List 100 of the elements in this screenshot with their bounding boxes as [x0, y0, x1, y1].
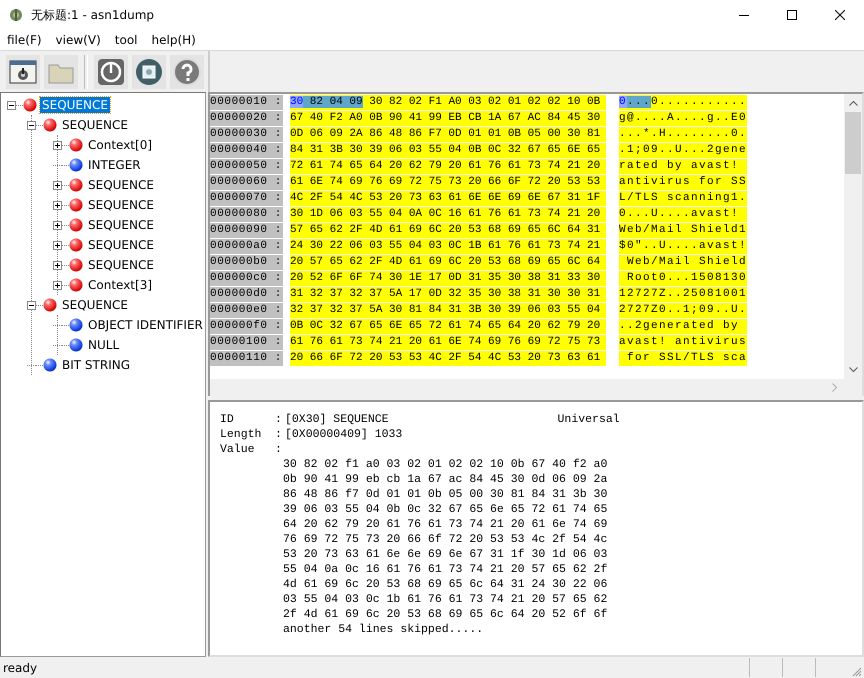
- menu-item[interactable]: tool: [108, 33, 144, 47]
- tree-item[interactable]: OBJECT IDENTIFIER: [86, 317, 205, 333]
- ball-icon: [43, 358, 57, 372]
- tree-item[interactable]: SEQUENCE: [60, 297, 130, 313]
- expand-icon[interactable]: [53, 200, 62, 210]
- expand-icon[interactable]: [53, 280, 62, 290]
- field-label: Value: [220, 442, 256, 457]
- maximize-icon: [787, 10, 797, 20]
- ascii-text: L/TLS scanning1.: [619, 191, 747, 206]
- value-hex-line: 53 20 73 63 61 6e 6e 69 6e 67 31 1f 30 1d 06 03: [283, 547, 608, 562]
- offset-label: 00000030 :: [210, 127, 283, 142]
- ball-icon: [69, 238, 83, 252]
- ball-icon: [69, 258, 83, 272]
- help-icon: [172, 56, 202, 86]
- ascii-text: Web/Mail Shield1: [619, 223, 747, 238]
- offset-label: 000000b0 :: [210, 255, 283, 270]
- ball-icon: [69, 218, 83, 232]
- ball-icon: [23, 98, 37, 112]
- value-hex-line: 39 06 03 55 04 0b 0c 32 67 65 6e 65 72 61 74 65: [283, 502, 608, 517]
- resize-grip-icon[interactable]: [852, 666, 862, 676]
- tree-item[interactable]: INTEGER: [86, 157, 143, 173]
- offset-label: 00000060 :: [210, 175, 283, 190]
- tree-item[interactable]: SEQUENCE: [40, 97, 110, 113]
- tree-item[interactable]: SEQUENCE: [86, 217, 156, 233]
- field-label: ID: [220, 412, 235, 427]
- toolbar-button[interactable]: [94, 54, 128, 88]
- tree-item[interactable]: BIT STRING: [60, 357, 132, 373]
- hex-bytes: 32 37 32 37 5A 30 81 84 31 3B 30 39 06 03 55 04: [290, 303, 606, 318]
- offset-label: 000000f0 :: [210, 319, 283, 334]
- ascii-text: avast! antivirus: [619, 335, 747, 350]
- tree-item[interactable]: SEQUENCE: [60, 117, 130, 133]
- value-hex-line: 4d 61 69 6c 20 53 68 69 65 6c 64 31 24 30 22 06: [283, 577, 608, 592]
- value-hex-line: 0b 90 41 99 eb cb 1a 67 ac 84 45 30 0d 06 09 2a: [283, 472, 608, 487]
- offset-label: 00000090 :: [210, 223, 283, 238]
- window-title: 无标题:1 - asn1dump: [31, 6, 154, 24]
- hex-bytes: 57 65 62 2F 4D 61 69 6C 20 53 68 69 65 6C 64 31: [290, 223, 606, 238]
- ascii-text: .1;09..U...2gene: [619, 143, 747, 158]
- scroll-up-icon[interactable]: [848, 100, 858, 106]
- expand-icon[interactable]: [53, 260, 62, 270]
- ball-icon: [43, 118, 57, 132]
- ball-icon: [69, 158, 83, 172]
- tree-item[interactable]: SEQUENCE: [86, 197, 156, 213]
- toolbar-button[interactable]: [6, 54, 40, 88]
- ball-icon: [69, 278, 83, 292]
- hex-bytes: 4C 2F 54 4C 53 20 73 63 61 6E 6E 69 6E 67 31 1F: [290, 191, 606, 206]
- value-hex-line: 55 04 0a 0c 16 61 76 61 73 74 21 20 57 65 62 2f: [283, 562, 608, 577]
- offset-label: 00000040 :: [210, 143, 283, 158]
- expand-icon[interactable]: [53, 180, 62, 190]
- hex-bytes: 20 66 6F 72 20 53 53 4C 2F 54 4C 53 20 73 63 61: [290, 351, 606, 366]
- field-separator: :: [275, 442, 283, 457]
- hex-bytes: 61 76 61 73 74 21 20 61 6E 74 69 76 69 72 75 73: [290, 335, 606, 350]
- toolbar-button[interactable]: [132, 54, 166, 88]
- value-hex-line: 30 82 02 f1 a0 03 02 01 02 02 10 0b 67 40 f2 a0: [283, 457, 608, 472]
- ascii-text: 0...0...........: [619, 95, 747, 110]
- ascii-text: Web/Mail Shield: [619, 255, 747, 270]
- collapse-icon[interactable]: [7, 100, 16, 110]
- value-hex-line: 86 48 86 f7 0d 01 01 0b 05 00 30 81 84 31 3b 30: [283, 487, 608, 502]
- hex-bytes: 0B 0C 32 67 65 6E 65 72 61 74 65 64 20 62 79 20: [290, 319, 606, 334]
- expand-icon[interactable]: [53, 220, 62, 230]
- offset-label: 000000d0 :: [210, 287, 283, 302]
- menu-item[interactable]: file(F): [0, 33, 49, 47]
- menu-item[interactable]: help(H): [144, 33, 203, 47]
- collapse-icon[interactable]: [27, 120, 36, 130]
- offset-label: 00000080 :: [210, 207, 283, 222]
- tree-item[interactable]: Context[0]: [86, 137, 154, 153]
- expand-icon[interactable]: [53, 240, 62, 250]
- hex-bytes: 24 30 22 06 03 55 04 03 0C 1B 61 76 61 73 74 21: [290, 239, 606, 254]
- value-hex-line: 03 55 04 03 0c 1b 61 76 61 73 74 21 20 57 65 62: [283, 592, 608, 607]
- ball-icon: [69, 318, 83, 332]
- collapse-icon[interactable]: [27, 300, 36, 310]
- hex-bytes: 30 82 04 09 30 82 02 F1 A0 03 02 01 02 02 10 0B: [290, 95, 606, 110]
- tree-item[interactable]: SEQUENCE: [86, 177, 156, 193]
- offset-label: 00000070 :: [210, 191, 283, 206]
- offset-label: 00000110 :: [210, 351, 283, 366]
- hex-bytes: 72 61 74 65 64 20 62 79 20 61 76 61 73 74 21 20: [290, 159, 606, 174]
- hex-bytes: 20 52 6F 6F 74 30 1E 17 0D 31 35 30 38 31 33 30: [290, 271, 606, 286]
- field-label: Length: [220, 427, 262, 442]
- menu-item[interactable]: view(V): [48, 33, 108, 47]
- ball-icon: [69, 178, 83, 192]
- hex-bytes: 31 32 37 32 37 5A 17 0D 32 35 30 38 31 30 30 31: [290, 287, 606, 302]
- power-icon: [96, 56, 126, 86]
- scroll-down-icon[interactable]: [848, 367, 858, 373]
- expand-icon[interactable]: [53, 140, 62, 150]
- hex-bytes: 61 6E 74 69 76 69 72 75 73 20 66 6F 72 20 53 53: [290, 175, 606, 190]
- ascii-text: 0...U....avast!: [619, 207, 747, 222]
- tree-item[interactable]: NULL: [86, 337, 122, 353]
- vertical-scrollbar[interactable]: [844, 94, 862, 379]
- ball-icon: [69, 338, 83, 352]
- skipped-note: another 54 lines skipped.....: [283, 622, 484, 637]
- field-separator: :: [275, 427, 283, 442]
- hex-bytes: 30 1D 06 03 55 04 0A 0C 16 61 76 61 73 74 21 20: [290, 207, 606, 222]
- tree-item[interactable]: Context[3]: [86, 277, 154, 293]
- tree-item[interactable]: SEQUENCE: [86, 237, 156, 253]
- offset-label: 00000020 :: [210, 111, 283, 126]
- horizontal-scrollbar[interactable]: [210, 379, 862, 396]
- tree-item[interactable]: SEQUENCE: [86, 257, 156, 273]
- scroll-thumb[interactable]: [845, 112, 861, 174]
- value-hex-line: 76 69 72 75 73 20 66 6f 72 20 53 53 4c 2f 54 4c: [283, 532, 608, 547]
- ascii-text: for SSL/TLS sca: [619, 351, 747, 366]
- field-value: [0X30] SEQUENCE: [285, 412, 389, 427]
